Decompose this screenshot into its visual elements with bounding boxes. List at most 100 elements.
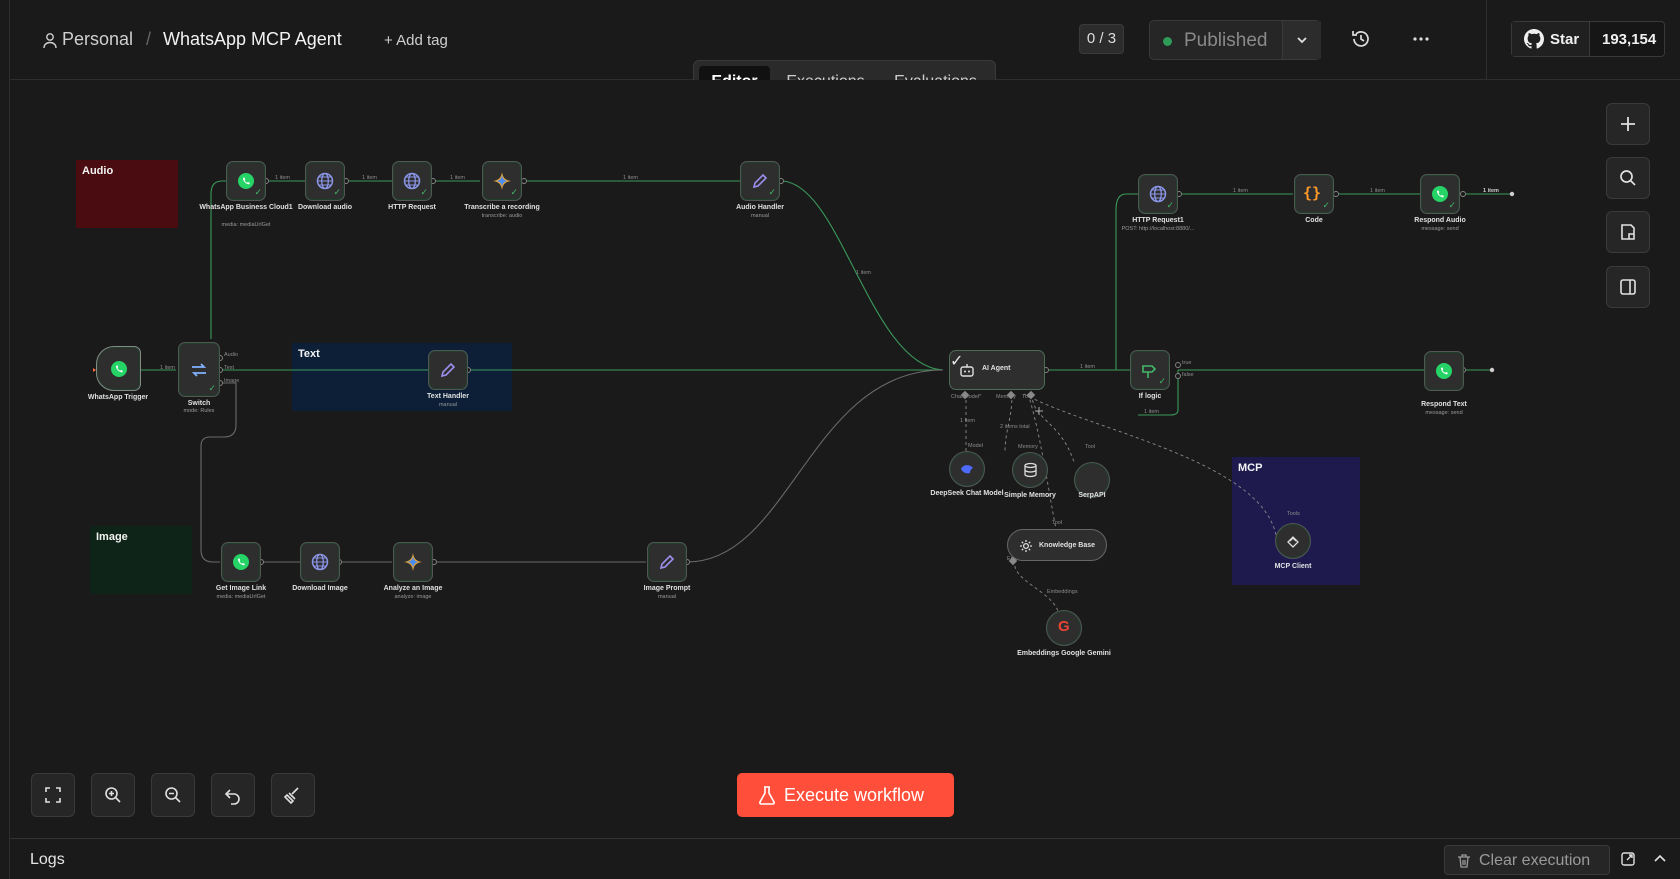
- node-label: Analyze an Image: [383, 585, 443, 592]
- node-get-image-link[interactable]: [221, 542, 261, 582]
- success-check-icon: ✓: [254, 187, 262, 197]
- node-label: Knowledge Base: [1039, 542, 1096, 549]
- node-if-logic[interactable]: ✓: [1130, 350, 1170, 390]
- edge-label-memory: 2 items total: [1000, 424, 1030, 430]
- edge-label-audio-3: 1 item: [450, 175, 465, 181]
- history-icon[interactable]: [1350, 28, 1372, 50]
- success-check-icon: ✓: [768, 187, 776, 197]
- gemini-icon: [404, 553, 422, 571]
- publish-label: Published: [1184, 30, 1268, 51]
- popout-icon[interactable]: [1620, 851, 1636, 867]
- fit-view-icon: [45, 787, 61, 803]
- gear-icon: [1020, 540, 1032, 552]
- logs-panel-bar[interactable]: Logs Clear execution: [10, 838, 1680, 879]
- node-code[interactable]: {} ✓: [1294, 174, 1334, 214]
- success-check-icon: ✓: [1158, 376, 1166, 386]
- node-label: Transcribe a recording: [464, 204, 540, 211]
- node-audio-handler[interactable]: ✓: [740, 161, 780, 201]
- node-analyze-image[interactable]: [393, 542, 433, 582]
- gemini-icon: [493, 172, 511, 190]
- node-label: Respond Text: [1421, 401, 1467, 408]
- node-subtitle: message: send: [1425, 410, 1463, 416]
- node-image-prompt[interactable]: [647, 542, 687, 582]
- node-label: AI Agent: [982, 365, 1011, 372]
- left-rail: [0, 0, 10, 879]
- node-deepseek-chat-model[interactable]: [949, 451, 985, 487]
- node-transcribe-recording[interactable]: ✓: [482, 161, 522, 201]
- node-whatsapp-business-cloud1[interactable]: ✓: [226, 161, 266, 201]
- success-check-icon: ✓: [1322, 200, 1330, 210]
- port-memory-in: Memory: [1018, 444, 1038, 450]
- success-check-icon: ✓: [333, 187, 341, 197]
- add-tag-button[interactable]: + Add tag: [384, 32, 448, 49]
- node-http-request1[interactable]: ✓: [1138, 174, 1178, 214]
- node-subtitle: manual: [438, 402, 458, 408]
- zoom-in-icon: [105, 787, 121, 803]
- clear-execution-button[interactable]: Clear execution: [1444, 845, 1610, 875]
- tidy-up-button[interactable]: [271, 773, 315, 817]
- breadcrumb-project[interactable]: Personal: [62, 29, 133, 50]
- deepseek-icon: [961, 465, 973, 474]
- node-respond-text[interactable]: [1424, 351, 1464, 391]
- success-check-icon: ✓: [1166, 200, 1174, 210]
- mcp-icon: [1287, 536, 1299, 548]
- undo-icon: [224, 789, 240, 805]
- port-agent-tool: Tool: [1022, 394, 1033, 400]
- node-http-request[interactable]: ✓: [392, 161, 432, 201]
- node-text-handler[interactable]: [428, 350, 468, 390]
- edge-label-agent-if: 1 item: [1080, 364, 1095, 370]
- success-check-icon: ✓: [510, 187, 518, 197]
- node-mcp-client[interactable]: [1275, 523, 1311, 559]
- node-label: Switch: [187, 400, 211, 407]
- node-switch[interactable]: ✓: [178, 342, 220, 397]
- chevron-up-icon[interactable]: [1653, 852, 1667, 866]
- globe-icon: [1149, 185, 1167, 203]
- node-download-audio[interactable]: ✓: [305, 161, 345, 201]
- clear-execution-label: Clear execution: [1479, 852, 1591, 869]
- zoom-in-button[interactable]: [91, 773, 135, 817]
- node-knowledge-base[interactable]: Knowledge Base: [1007, 529, 1107, 561]
- publish-dropdown-button[interactable]: [1282, 21, 1321, 59]
- github-star-label: Star: [1550, 31, 1580, 48]
- node-subtitle: manual: [657, 594, 677, 600]
- port-switch-text: Text: [224, 365, 235, 371]
- node-subtitle: manual: [750, 213, 770, 219]
- execute-workflow-button[interactable]: Execute workflow: [737, 773, 954, 817]
- node-label: Image Prompt: [643, 585, 691, 592]
- success-check-icon: ✓: [420, 187, 428, 197]
- github-star[interactable]: Star: [1512, 22, 1590, 56]
- add-sticky-button[interactable]: [1606, 211, 1650, 253]
- port-embeddings-in: Embeddings: [1047, 589, 1078, 595]
- toggle-panel-button[interactable]: [1606, 266, 1650, 308]
- publish-button[interactable]: Published: [1149, 20, 1321, 60]
- zoom-out-icon: [165, 787, 181, 803]
- edge-label-model: 1 item: [960, 418, 975, 424]
- node-label: Embeddings Google Gemini: [1017, 650, 1111, 657]
- node-respond-audio[interactable]: ✓: [1420, 174, 1460, 214]
- fit-view-button[interactable]: [31, 773, 75, 817]
- node-download-image[interactable]: [300, 542, 340, 582]
- add-node-button[interactable]: [1606, 103, 1650, 145]
- edge-label-respond-audio: 1 item: [1483, 188, 1499, 194]
- node-embeddings-google-gemini[interactable]: G: [1046, 610, 1082, 646]
- more-icon[interactable]: [1410, 28, 1432, 50]
- node-whatsapp-trigger[interactable]: [96, 346, 141, 391]
- workflow-name[interactable]: WhatsApp MCP Agent: [163, 29, 342, 50]
- port-agent-memory: Memory: [996, 394, 1016, 400]
- workflow-canvas[interactable]: Audio Text Image MCP 1 item 1 item 1 ite…: [10, 80, 1680, 838]
- node-simple-memory[interactable]: [1012, 452, 1048, 488]
- node-subtitle: transcribe: audio: [481, 213, 523, 219]
- undo-button[interactable]: [211, 773, 255, 817]
- node-ai-agent[interactable]: AI Agent ✓: [949, 350, 1045, 390]
- zoom-out-button[interactable]: [151, 773, 195, 817]
- node-subtitle: media: mediaUrlGet: [216, 594, 266, 600]
- node-subtitle: mode: Rules: [183, 408, 215, 414]
- port-switch-audio: Audio: [224, 352, 239, 358]
- node-label: Code: [1305, 217, 1323, 224]
- node-label: MCP Client: [1274, 563, 1312, 570]
- github-star-button[interactable]: Star 193,154: [1511, 21, 1665, 57]
- node-label: Audio Handler: [736, 204, 784, 211]
- github-icon: [1524, 29, 1544, 49]
- search-nodes-button[interactable]: [1606, 157, 1650, 199]
- success-check-icon: ✓: [208, 383, 216, 393]
